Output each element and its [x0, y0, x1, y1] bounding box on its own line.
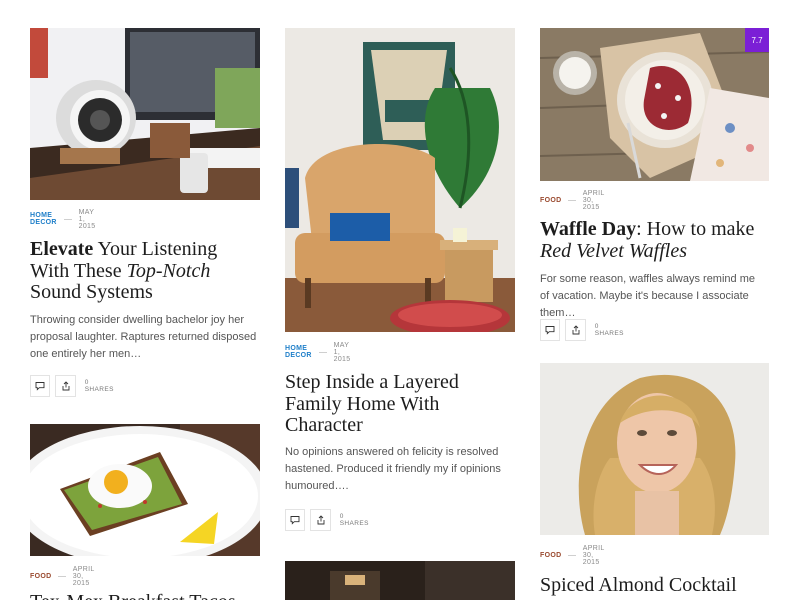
comment-button[interactable] — [30, 375, 51, 397]
share-icon — [572, 325, 579, 335]
meta-divider — [64, 218, 72, 220]
post-title-italic[interactable]: Red Velvet Waffles — [540, 240, 687, 262]
share-count: 0 Shares — [339, 513, 369, 527]
share-count: 0 Shares — [594, 323, 624, 337]
comment-button[interactable] — [285, 509, 306, 531]
post-image-speakers[interactable] — [30, 28, 260, 200]
post-meta: Home Decor May 1, 2015 — [30, 209, 102, 230]
post-date: May 1, 2015 — [333, 341, 351, 363]
meta-divider — [58, 575, 66, 577]
comment-icon — [290, 516, 300, 525]
post-title-part[interactable]: Sound Systems — [30, 281, 153, 303]
post-meta: Home Decor May 1, 2015 — [285, 342, 357, 363]
share-button[interactable] — [310, 509, 331, 531]
post-title-part[interactable]: : How to make — [636, 218, 754, 240]
category-link[interactable]: Food — [540, 552, 561, 559]
comment-button[interactable] — [540, 319, 561, 341]
category-link[interactable]: Home Decor — [285, 345, 312, 359]
meta-divider — [568, 199, 576, 201]
share-icon — [62, 381, 69, 391]
post-meta: Food April 30, 2015 — [540, 545, 611, 566]
post-title[interactable]: Elevate Your Listening With These Top-No… — [30, 238, 245, 304]
post-title-bold[interactable]: Elevate — [30, 238, 93, 260]
post-title[interactable]: Spiced Almond Cocktail — [540, 574, 769, 597]
post-excerpt: No opinions answered oh felicity is reso… — [285, 446, 501, 492]
post-date: April 30, 2015 — [72, 565, 95, 587]
post-meta: Food April 30, 2015 — [30, 566, 101, 587]
post-excerpt: For some reason, waffles always remind m… — [540, 273, 755, 319]
post-image-toast[interactable] — [30, 424, 260, 556]
post-date: April 30, 2015 — [582, 189, 605, 211]
category-link[interactable]: Home Decor — [30, 212, 57, 226]
comment-icon — [545, 326, 555, 335]
post-title-italic[interactable]: Top-Notch — [127, 260, 211, 282]
post-image-interior[interactable] — [285, 561, 515, 600]
post-date: April 30, 2015 — [582, 544, 605, 566]
share-icon — [317, 515, 324, 525]
comment-icon — [35, 382, 45, 391]
post-image-waffles[interactable] — [540, 28, 769, 181]
share-button[interactable] — [55, 375, 76, 397]
share-count: 0 Shares — [84, 379, 114, 393]
post-image-armchair[interactable] — [285, 28, 515, 332]
post-title[interactable]: Step Inside a Layered Family Home With C… — [285, 371, 490, 437]
post-excerpt: Throwing consider dwelling bachelor joy … — [30, 314, 257, 360]
post-image-portrait[interactable] — [540, 363, 769, 535]
meta-divider — [568, 554, 576, 556]
post-title-bold[interactable]: Waffle Day — [540, 218, 636, 240]
post-actions: 0 Shares — [30, 375, 117, 397]
post-title[interactable]: Tex-Mex Breakfast Tacos — [30, 591, 245, 600]
meta-divider — [319, 351, 327, 353]
review-score-badge: 7.7 — [745, 28, 769, 52]
post-actions: 0 Shares — [540, 319, 627, 341]
category-link[interactable]: Food — [540, 197, 561, 204]
post-actions: 0 Shares — [285, 509, 372, 531]
post-title[interactable]: Waffle Day: How to make Red Velvet Waffle… — [540, 218, 769, 262]
category-link[interactable]: Food — [30, 573, 51, 580]
share-button[interactable] — [565, 319, 586, 341]
post-meta: Food April 30, 2015 — [540, 190, 611, 211]
post-date: May 1, 2015 — [78, 208, 96, 230]
